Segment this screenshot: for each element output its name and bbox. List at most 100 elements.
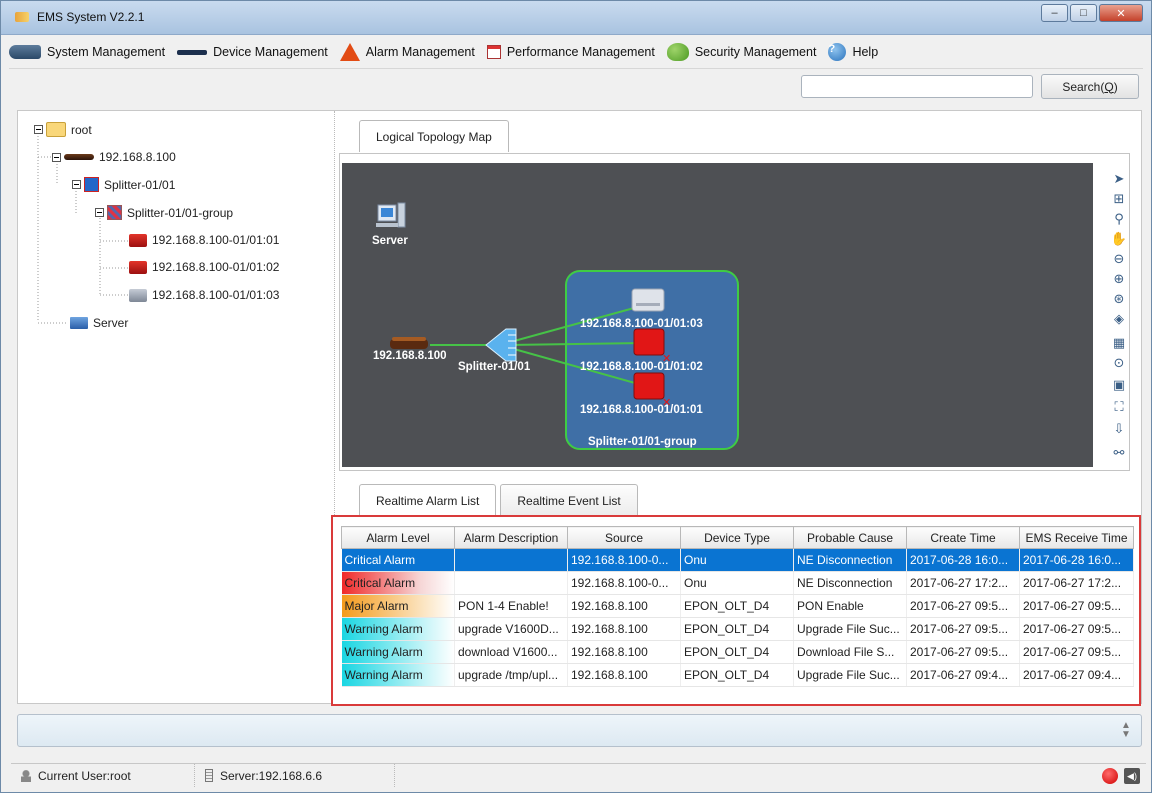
alarm-table-header: Alarm Level Alarm Description Source Dev… <box>341 526 1134 549</box>
tree-node-onu-1[interactable]: 192.168.8.100-01/01:01 <box>129 233 279 247</box>
table-row[interactable]: Critical Alarm 192.168.8.100-0... Onu NE… <box>341 548 1134 572</box>
tree-node-server[interactable]: Server <box>70 316 128 330</box>
table-cell: 192.168.8.100 <box>567 594 681 618</box>
menu-help[interactable]: ? Help <box>828 43 878 61</box>
zoom-out-icon[interactable]: ⊖ <box>1109 249 1129 269</box>
search-button-label: Search( <box>1062 79 1105 94</box>
scroll-spinner-icon[interactable]: ▲ ▼ <box>1119 721 1133 741</box>
zoom-area-icon[interactable]: ▦ <box>1109 333 1129 353</box>
menu-label: Device Management <box>213 45 328 59</box>
table-cell: EPON_OLT_D4 <box>680 640 794 664</box>
menu-security-management[interactable]: Security Management <box>666 43 816 61</box>
column-header[interactable]: Alarm Level <box>341 526 455 549</box>
zoom-in-icon[interactable]: ⊕ <box>1109 269 1129 289</box>
table-row[interactable]: Critical Alarm 192.168.8.100-0... Onu NE… <box>341 571 1134 595</box>
column-header[interactable]: Device Type <box>680 526 794 549</box>
title-bar[interactable]: EMS System V2.2.1 ‒ □ ✕ <box>1 1 1151 35</box>
topology-splitter-icon[interactable] <box>485 328 517 362</box>
table-row[interactable]: Warning Alarm download V1600... 192.168.… <box>341 640 1134 664</box>
performance-icon <box>486 45 501 59</box>
minimize-button[interactable]: ‒ <box>1041 4 1068 22</box>
sound-icon[interactable]: ◀) <box>1124 768 1140 784</box>
alarm-level-cell: Major Alarm <box>341 594 455 618</box>
collapse-icon[interactable] <box>34 125 43 134</box>
table-cell: 2017-06-27 09:5... <box>1019 617 1134 641</box>
marquee-select-icon[interactable]: ⊞ <box>1109 189 1129 209</box>
ems-window: EMS System V2.2.1 ‒ □ ✕ System Managemen… <box>0 0 1152 793</box>
user-icon <box>21 769 31 782</box>
tab-realtime-alarm-list[interactable]: Realtime Alarm List <box>359 484 497 516</box>
topology-onu-1-label: 192.168.8.100-01/01:01 <box>580 404 703 416</box>
search-button[interactable]: Search(Q) <box>1041 74 1139 99</box>
table-cell: 2017-06-28 16:0... <box>1019 548 1134 572</box>
table-cell: Upgrade File Suc... <box>793 663 907 687</box>
layout-icon[interactable]: ⚯ <box>1109 443 1129 463</box>
alarm-level-cell: Critical Alarm <box>341 571 455 595</box>
menu-label: Performance Management <box>506 45 655 59</box>
topology-server-icon[interactable] <box>376 202 406 228</box>
close-button[interactable]: ✕ <box>1099 4 1143 22</box>
table-row[interactable]: Major Alarm PON 1-4 Enable! 192.168.8.10… <box>341 594 1134 618</box>
table-cell: 2017-06-27 17:2... <box>1019 571 1134 595</box>
collapse-icon[interactable] <box>95 208 104 217</box>
collapse-icon[interactable] <box>52 152 61 162</box>
search-button-mnemonic: Q <box>1104 79 1114 94</box>
topology-group-label: Splitter-01/01-group <box>588 436 697 448</box>
table-cell <box>454 548 568 572</box>
alarm-status-icon[interactable] <box>1102 768 1118 784</box>
status-indicators: ◀) <box>1102 768 1140 784</box>
menu-system-management[interactable]: System Management <box>9 45 165 59</box>
server-icon <box>70 317 88 329</box>
tree-node-splitter[interactable]: Splitter-01/01 <box>72 177 175 192</box>
topology-onu-3-icon[interactable] <box>631 288 665 312</box>
onu-alarm-icon <box>129 260 147 274</box>
column-header[interactable]: Alarm Description <box>454 526 568 549</box>
search-input[interactable] <box>801 75 1033 98</box>
topology-olt-icon[interactable] <box>390 337 428 349</box>
table-cell: NE Disconnection <box>793 548 907 572</box>
fullscreen-icon[interactable]: ⛶ <box>1109 397 1129 417</box>
table-cell: EPON_OLT_D4 <box>680 594 794 618</box>
topology-canvas[interactable]: ✕ ✕ Server 192.168.8.100 Splitter-01/01 … <box>342 163 1093 467</box>
table-cell: EPON_OLT_D4 <box>680 617 794 641</box>
table-row[interactable]: Warning Alarm upgrade V1600D... 192.168.… <box>341 617 1134 641</box>
tree-node-label: 192.168.8.100-01/01:01 <box>152 233 280 247</box>
zoom-reset-icon[interactable]: ⊙ <box>1109 353 1129 373</box>
overview-icon[interactable]: ▣ <box>1109 375 1129 395</box>
alarm-icon <box>339 43 360 61</box>
menu-alarm-management[interactable]: Alarm Management <box>339 43 475 61</box>
window-title: EMS System V2.2.1 <box>37 10 145 24</box>
table-cell: 2017-06-27 09:5... <box>1019 640 1134 664</box>
tree-node-olt[interactable]: 192.168.8.100 <box>52 150 176 164</box>
maximize-button[interactable]: □ <box>1070 4 1097 22</box>
tree-node-group[interactable]: Splitter-01/01-group <box>95 205 233 220</box>
export-icon[interactable]: ⇩ <box>1109 419 1129 439</box>
topology-toolbar: ➤ ⊞ ⚲ ✋ ⊖ ⊕ ⊛ ◈ ▦ ⊙ ▣ ⛶ ⇩ ⚯ <box>1105 163 1133 473</box>
tree-node-onu-2[interactable]: 192.168.8.100-01/01:02 <box>129 260 279 274</box>
column-header[interactable]: EMS Receive Time <box>1019 526 1134 549</box>
menu-performance-management[interactable]: Performance Management <box>486 45 655 59</box>
folder-icon <box>46 122 66 137</box>
select-arrow-icon[interactable]: ➤ <box>1109 169 1129 189</box>
tab-logical-topology-map[interactable]: Logical Topology Map <box>359 120 509 152</box>
status-server: Server:192.168.6.6 <box>195 764 395 787</box>
tree-node-root[interactable]: root <box>34 122 92 137</box>
tree-node-onu-3[interactable]: 192.168.8.100-01/01:03 <box>129 288 279 302</box>
message-area[interactable]: ▲ ▼ <box>17 714 1142 747</box>
column-header[interactable]: Source <box>567 526 681 549</box>
zoom-icon[interactable]: ⚲ <box>1109 209 1129 229</box>
onu-alarm-icon <box>129 233 147 247</box>
topology-onu-3-label: 192.168.8.100-01/01:03 <box>580 318 703 330</box>
tree-node-label: root <box>71 122 92 137</box>
tab-realtime-event-list[interactable]: Realtime Event List <box>500 484 638 516</box>
column-header[interactable]: Create Time <box>906 526 1020 549</box>
fit-window-icon[interactable]: ◈ <box>1109 309 1129 329</box>
zoom-fit-icon[interactable]: ⊛ <box>1109 289 1129 309</box>
pan-hand-icon[interactable]: ✋ <box>1109 229 1129 249</box>
column-header[interactable]: Probable Cause <box>793 526 907 549</box>
tree-node-label: 192.168.8.100-01/01:03 <box>152 288 280 302</box>
collapse-icon[interactable] <box>72 180 81 189</box>
table-cell: 2017-06-27 09:4... <box>1019 663 1134 687</box>
table-row[interactable]: Warning Alarm upgrade /tmp/upl... 192.16… <box>341 663 1134 687</box>
menu-device-management[interactable]: Device Management <box>177 45 328 59</box>
